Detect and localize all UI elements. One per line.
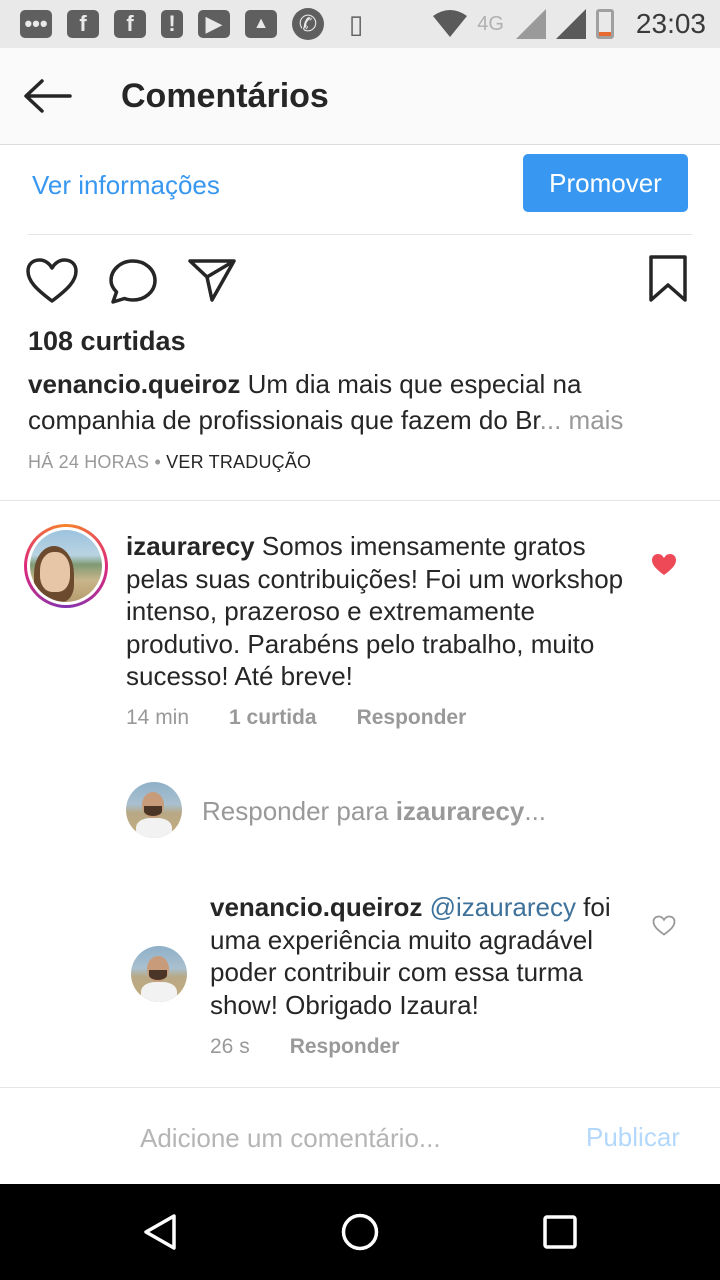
app-header: Comentários <box>0 48 720 145</box>
comment-text: izaurarecy Somos imensamente gratos pela… <box>126 530 636 693</box>
circle-home-icon <box>341 1213 379 1251</box>
see-translation-link[interactable]: VER TRADUÇÃO <box>166 452 311 472</box>
battery-icon <box>595 9 614 39</box>
post-timestamp: HÁ 24 HORAS <box>28 452 150 472</box>
save-button[interactable] <box>648 254 688 309</box>
system-status: 4G 23:03 <box>433 8 706 40</box>
comment-meta: 14 min 1 curtida Responder <box>126 706 506 730</box>
messages-icon: ••• <box>20 10 52 38</box>
triangle-back-icon <box>144 1214 176 1250</box>
page-title: Comentários <box>121 77 329 115</box>
view-insights-link[interactable]: Ver informações <box>32 170 220 201</box>
avatar[interactable] <box>131 946 187 1002</box>
nav-back-button[interactable] <box>140 1212 180 1257</box>
bookmark-icon <box>649 255 687 302</box>
avatar[interactable] <box>126 782 182 838</box>
post-caption: venancio.queiroz Um dia mais que especia… <box>28 366 688 438</box>
comment-timestamp: 14 min <box>126 706 190 729</box>
heart-outline-icon <box>26 258 78 303</box>
whatsapp-icon: ✆ <box>292 8 324 40</box>
comment-icon <box>109 259 157 304</box>
reply-to-prompt[interactable]: Responder para izaurarecy... <box>202 796 546 827</box>
youtube-icon: ▶ <box>198 10 230 38</box>
divider <box>0 1087 720 1088</box>
reply-button[interactable]: Responder <box>357 706 467 730</box>
wifi-icon <box>433 10 468 37</box>
reply-suffix: ... <box>524 796 547 826</box>
alert-icon: ! <box>161 10 183 38</box>
divider <box>28 234 692 235</box>
publish-button[interactable]: Publicar <box>586 1122 680 1153</box>
comment-like-button[interactable] <box>651 553 677 581</box>
comment-like-button[interactable] <box>652 915 676 941</box>
facebook-icon: f <box>67 10 99 38</box>
heart-outline-icon <box>652 915 676 936</box>
reply-button[interactable]: Responder <box>290 1035 400 1059</box>
square-recents-icon <box>543 1215 577 1249</box>
nav-home-button[interactable] <box>340 1212 380 1257</box>
notification-icons: ••• f f ! ▶ ▲ ✆ ▯ <box>20 8 373 40</box>
nav-recents-button[interactable] <box>542 1214 578 1255</box>
like-count[interactable]: 108 curtidas <box>28 326 186 357</box>
mention-link[interactable]: @izaurarecy <box>430 892 576 922</box>
like-button[interactable] <box>26 258 78 309</box>
divider <box>0 500 720 501</box>
comment-input[interactable] <box>140 1116 560 1160</box>
back-button[interactable] <box>20 74 76 118</box>
vibrate-icon: ▯ <box>348 8 364 39</box>
heart-filled-icon <box>652 554 676 575</box>
arrow-left-icon <box>24 79 72 113</box>
clock: 23:03 <box>635 8 706 39</box>
more-link[interactable]: mais <box>561 405 624 435</box>
promote-button[interactable]: Promover <box>523 154 688 212</box>
network-type: 4G <box>477 12 504 35</box>
comment-timestamp: 26 s <box>210 1035 250 1058</box>
send-icon <box>188 259 236 302</box>
comment-text: venancio.queiroz @izaurarecy foi uma exp… <box>210 891 630 1021</box>
gallery-icon: ▲ <box>245 10 277 38</box>
signal-icon <box>515 9 546 39</box>
comment-like-count[interactable]: 1 curtida <box>229 706 317 730</box>
comment-button[interactable] <box>108 258 158 309</box>
comment-meta: 26 s Responder <box>210 1035 439 1059</box>
status-bar: ••• f f ! ▶ ▲ ✆ ▯ 4G 23:03 <box>0 0 720 48</box>
meta-separator: • <box>149 452 167 472</box>
navigation-bar <box>0 1184 720 1280</box>
share-button[interactable] <box>188 258 236 307</box>
facebook-icon: f <box>114 10 146 38</box>
avatar[interactable] <box>24 524 108 608</box>
comment-username[interactable]: venancio.queiroz <box>210 892 422 922</box>
signal-icon <box>555 9 586 39</box>
caption-username[interactable]: venancio.queiroz <box>28 369 240 399</box>
caption-ellipsis: ... <box>539 405 562 435</box>
comment-username[interactable]: izaurarecy <box>126 531 255 561</box>
reply-prefix: Responder para <box>202 796 396 826</box>
reply-target-username: izaurarecy <box>395 796 525 826</box>
post-meta: HÁ 24 HORAS • VER TRADUÇÃO <box>28 452 311 473</box>
